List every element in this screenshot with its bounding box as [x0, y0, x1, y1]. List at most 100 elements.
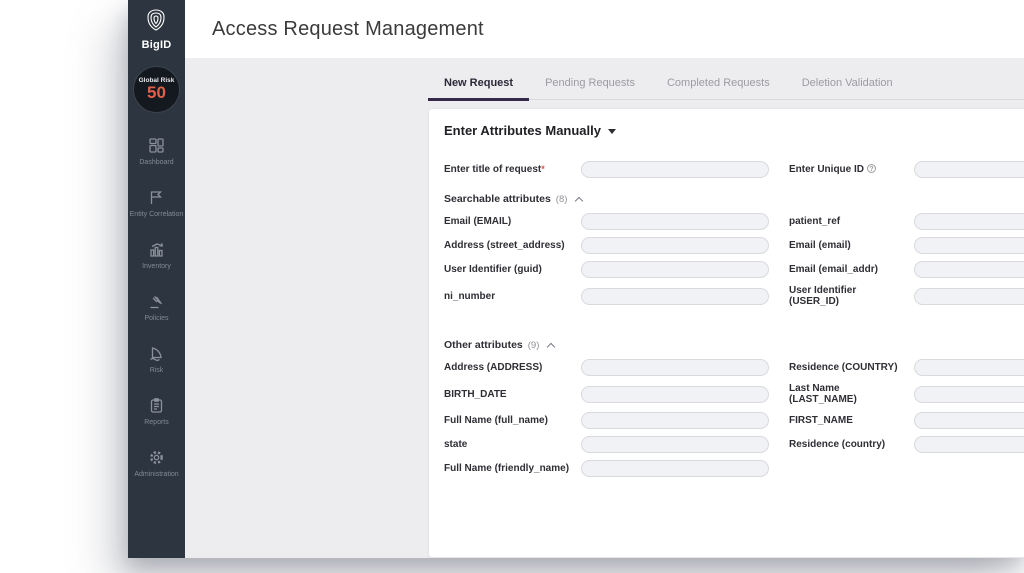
- sidebar-item-label: Administration: [134, 471, 178, 478]
- section-count: (8): [556, 194, 568, 205]
- form-row: BIRTH_DATE Last Name (LAST_NAME): [444, 383, 1024, 405]
- input-patient-ref[interactable]: [914, 213, 1024, 230]
- sidebar-item-policies[interactable]: Policies: [128, 281, 185, 333]
- field-label-address-address: Address (ADDRESS): [444, 362, 581, 373]
- sidebar-item-reports[interactable]: Reports: [128, 385, 185, 437]
- input-residence-country[interactable]: [914, 359, 1024, 376]
- tab-new-request[interactable]: New Request: [428, 77, 529, 99]
- input-ni-number[interactable]: [581, 288, 769, 305]
- input-full-name-friendly-name[interactable]: [581, 460, 769, 477]
- field-label-enter-title-of-request: Enter title of request*: [444, 164, 581, 175]
- field-label-residence-country: Residence (COUNTRY): [789, 362, 914, 373]
- field-label-enter-unique-id: Enter Unique ID?: [789, 164, 914, 175]
- reports-icon: [148, 397, 166, 415]
- field-label-full-name-full-name: Full Name (full_name): [444, 415, 581, 426]
- sidebar-item-risk[interactable]: Risk: [128, 333, 185, 385]
- tab-deletion-validation[interactable]: Deletion Validation: [786, 77, 909, 99]
- input-enter-title-of-request[interactable]: [581, 161, 769, 178]
- field-label-ni-number: ni_number: [444, 291, 581, 302]
- bigid-logo[interactable]: BigID: [142, 7, 172, 51]
- sidebar-nav: Dashboard Entity Correlation Inventory Poli…: [128, 125, 185, 489]
- section-count: (9): [528, 340, 540, 351]
- dashboard-icon: [148, 137, 166, 155]
- field-label-email-email-addr: Email (email_addr): [789, 264, 914, 275]
- input-email-email[interactable]: [914, 237, 1024, 254]
- input-first-name[interactable]: [914, 412, 1024, 429]
- section-header-searchable-attributes: Searchable attributes (8): [444, 193, 1024, 205]
- app-window: BigID Global Risk 50 Dashboard Entity Cor…: [128, 0, 1024, 558]
- entity-correlation-icon: [148, 189, 166, 207]
- attributes-form: Enter title of request* Enter Unique ID? S…: [444, 161, 1024, 477]
- policies-icon: [148, 293, 166, 311]
- chevron-up-icon[interactable]: [547, 342, 555, 350]
- field-label-patient-ref: patient_ref: [789, 216, 914, 227]
- chevron-up-icon[interactable]: [575, 196, 583, 204]
- global-risk-badge[interactable]: Global Risk 50: [133, 66, 180, 113]
- enter-attributes-dropdown[interactable]: Enter Attributes Manually: [444, 123, 1024, 138]
- input-birth-date[interactable]: [581, 386, 769, 403]
- field-label-last-name-last-name: Last Name (LAST_NAME): [789, 383, 914, 405]
- main-area: Access Request Management New RequestPen…: [185, 0, 1024, 558]
- sidebar-item-entity-correlation[interactable]: Entity Correlation: [128, 177, 185, 229]
- form-row: ni_number User Identifier (USER_ID): [444, 285, 1024, 307]
- page: BigID Global Risk 50 Dashboard Entity Cor…: [0, 0, 1024, 573]
- field-label-user-identifier-user-id: User Identifier (USER_ID): [789, 285, 914, 307]
- input-email-email-addr[interactable]: [914, 261, 1024, 278]
- input-user-identifier-guid[interactable]: [581, 261, 769, 278]
- field-label-full-name-friendly-name: Full Name (friendly_name): [444, 463, 581, 474]
- input-address-address[interactable]: [581, 359, 769, 376]
- tab-pending-requests[interactable]: Pending Requests: [529, 77, 651, 99]
- section-header-other-attributes: Other attributes (9): [444, 339, 1024, 351]
- section-name: Searchable attributes: [444, 193, 551, 205]
- section-name: Other attributes: [444, 339, 523, 351]
- required-asterisk: *: [541, 164, 545, 174]
- input-full-name-full-name[interactable]: [581, 412, 769, 429]
- input-state[interactable]: [581, 436, 769, 453]
- field-label-residence-country: Residence (country): [789, 439, 914, 450]
- page-title: Access Request Management: [212, 18, 484, 41]
- sidebar-item-label: Dashboard: [139, 159, 173, 166]
- field-label-birth-date: BIRTH_DATE: [444, 389, 581, 400]
- field-label-address-street-address: Address (street_address): [444, 240, 581, 251]
- field-label-user-identifier-guid: User Identifier (guid): [444, 264, 581, 275]
- input-residence-country[interactable]: [914, 436, 1024, 453]
- sidebar: BigID Global Risk 50 Dashboard Entity Cor…: [128, 0, 185, 558]
- sidebar-item-inventory[interactable]: Inventory: [128, 229, 185, 281]
- form-row: Full Name (full_name) FIRST_NAME: [444, 412, 1024, 429]
- sidebar-item-dashboard[interactable]: Dashboard: [128, 125, 185, 177]
- sidebar-item-label: Risk: [150, 367, 164, 374]
- fingerprint-logo-icon: [143, 7, 169, 38]
- top-header: Access Request Management: [185, 0, 1024, 58]
- form-row: Enter title of request* Enter Unique ID?: [444, 161, 1024, 178]
- field-label-state: state: [444, 439, 581, 450]
- sidebar-item-label: Entity Correlation: [130, 211, 184, 218]
- request-form-panel: Enter Attributes Manually Enter title of…: [428, 108, 1024, 558]
- form-row: Address (street_address) Email (email): [444, 237, 1024, 254]
- input-user-identifier-user-id[interactable]: [914, 288, 1024, 305]
- sidebar-item-label: Policies: [144, 315, 168, 322]
- input-email-email[interactable]: [581, 213, 769, 230]
- form-row: Full Name (friendly_name): [444, 460, 1024, 477]
- tab-completed-requests[interactable]: Completed Requests: [651, 77, 786, 99]
- inventory-icon: [148, 241, 166, 259]
- form-row: state Residence (country): [444, 436, 1024, 453]
- input-address-street-address[interactable]: [581, 237, 769, 254]
- input-last-name-last-name[interactable]: [914, 386, 1024, 403]
- sidebar-item-label: Inventory: [142, 263, 171, 270]
- tab-bar: New RequestPending RequestsCompleted Req…: [428, 58, 1024, 100]
- field-label-email-email: Email (EMAIL): [444, 216, 581, 227]
- panel-heading-label: Enter Attributes Manually: [444, 123, 601, 138]
- field-label-first-name: FIRST_NAME: [789, 415, 914, 426]
- caret-down-icon: [608, 129, 616, 134]
- form-row: Address (ADDRESS) Residence (COUNTRY): [444, 359, 1024, 376]
- form-row: User Identifier (guid) Email (email_addr): [444, 261, 1024, 278]
- administration-icon: [148, 449, 166, 467]
- input-enter-unique-id[interactable]: [914, 161, 1024, 178]
- form-row: Email (EMAIL) patient_ref: [444, 213, 1024, 230]
- sidebar-item-label: Reports: [144, 419, 169, 426]
- global-risk-value: 50: [147, 84, 166, 102]
- help-icon[interactable]: ?: [867, 164, 876, 173]
- brand-name: BigID: [142, 39, 172, 51]
- field-label-email-email: Email (email): [789, 240, 914, 251]
- sidebar-item-administration[interactable]: Administration: [128, 437, 185, 489]
